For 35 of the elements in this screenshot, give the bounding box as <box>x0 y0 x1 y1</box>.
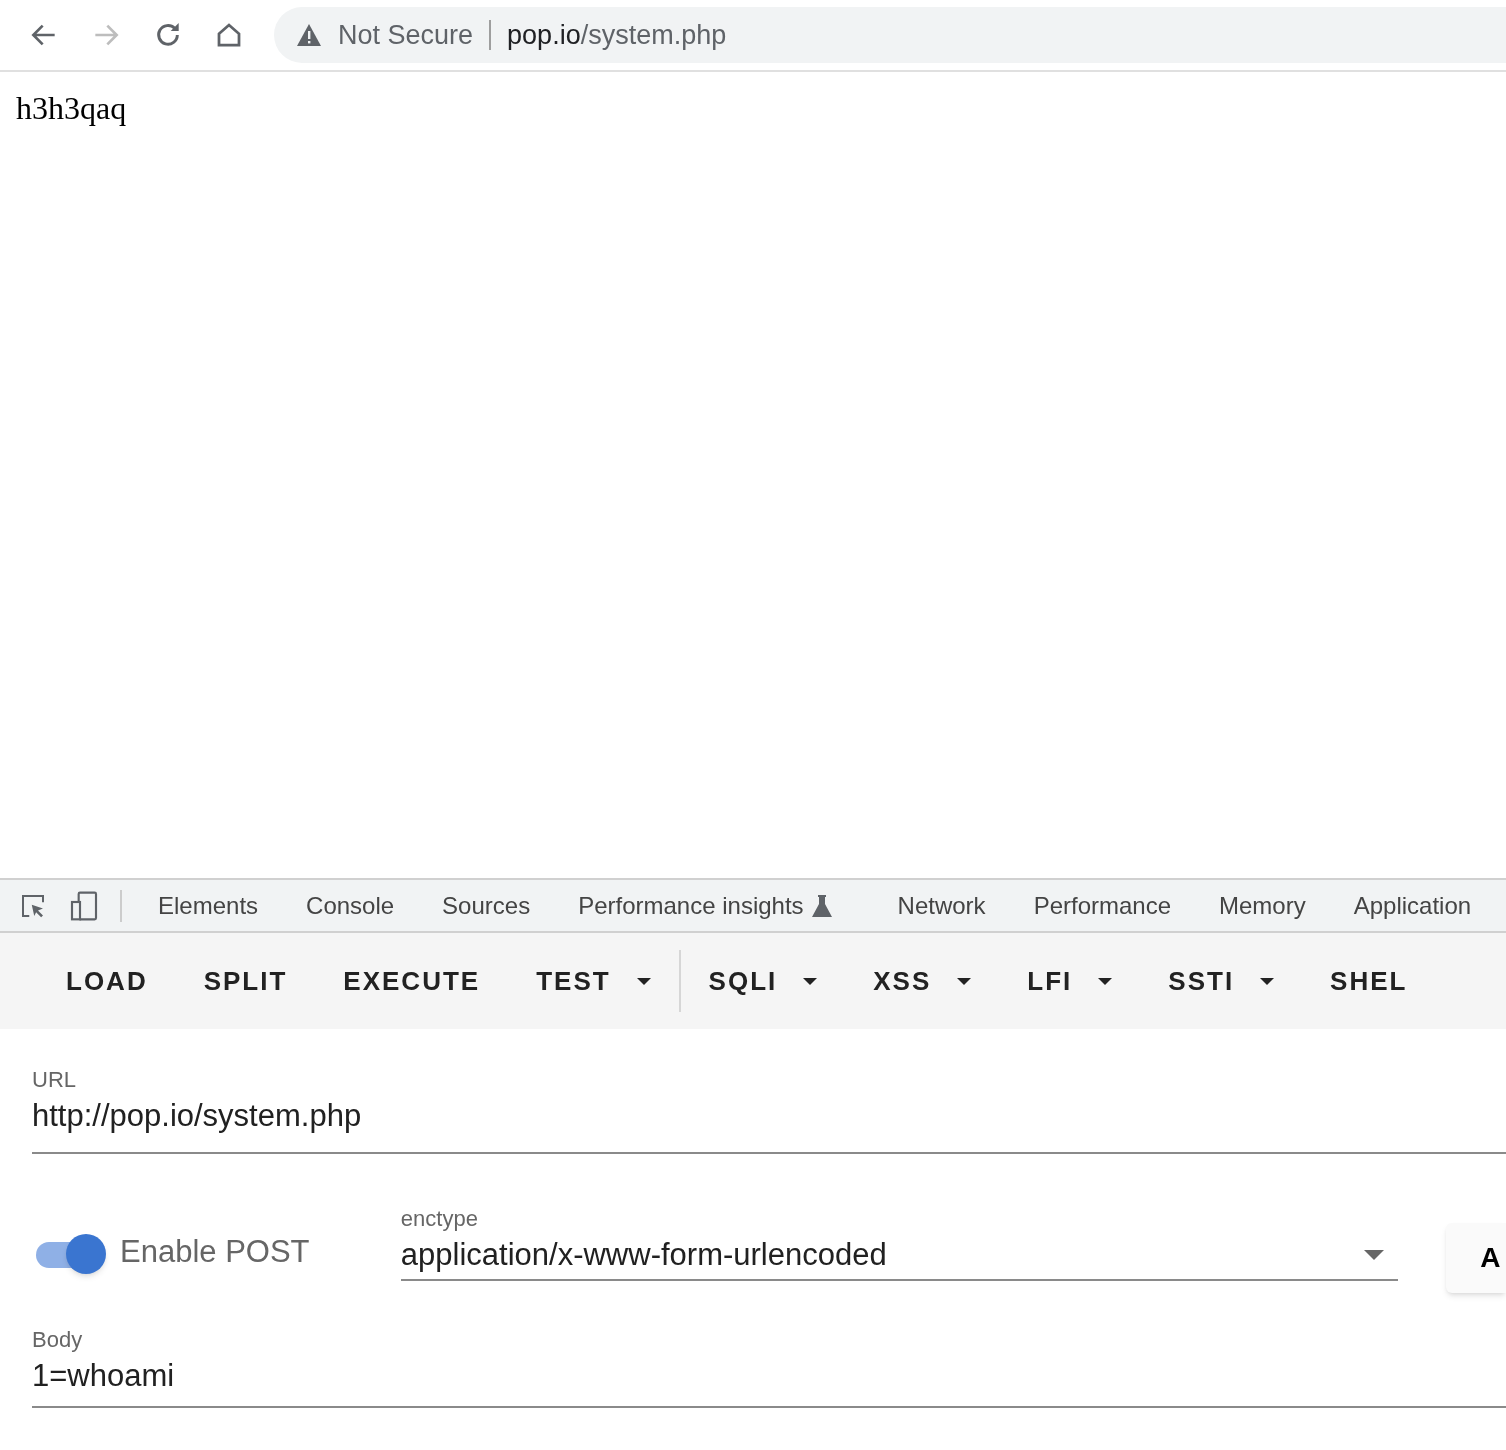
url-field[interactable]: URL http://pop.io/system.php <box>32 1063 1506 1154</box>
hackbar-button[interactable]: SHEL <box>1302 953 1436 1009</box>
dropdown-button[interactable]: TEST <box>508 950 681 1012</box>
hackbar-button[interactable]: LOAD <box>38 953 176 1009</box>
url-text: pop.io/system.php <box>507 18 727 52</box>
caret-icon <box>636 977 651 985</box>
dropdown-button[interactable]: SSTI <box>1140 953 1303 1009</box>
devtools-tab[interactable]: Application <box>1329 887 1496 924</box>
devtools-tab[interactable]: Memory <box>1195 887 1330 924</box>
caret-icon <box>957 977 972 985</box>
toggle-label: Enable POST <box>120 1232 310 1271</box>
caret-icon <box>1260 977 1275 985</box>
security-label: Not Secure <box>338 18 474 52</box>
page-text: h3h3qaq <box>16 89 128 128</box>
device-toolbar-icon[interactable] <box>68 889 100 922</box>
hackbar-button[interactable]: SPLIT <box>175 953 316 1009</box>
flask-icon <box>811 894 832 917</box>
caret-icon <box>1098 977 1113 985</box>
caret-icon <box>803 977 818 985</box>
hackbar-button[interactable]: EXECUTE <box>315 953 509 1009</box>
dropdown-button[interactable]: XSS <box>845 953 1000 1009</box>
warning-icon <box>296 23 322 47</box>
devtools-tab[interactable]: Elements <box>134 887 283 924</box>
caret-icon <box>1364 1250 1385 1260</box>
devtools-tab[interactable]: Performance insights <box>554 887 828 924</box>
dropdown-button[interactable]: LFI <box>999 953 1141 1009</box>
enctype-select[interactable]: enctype application/x-www-form-urlencoded <box>400 1202 1399 1281</box>
devtools-tab[interactable]: Network <box>873 887 1010 924</box>
devtools-tab[interactable]: Console <box>282 887 419 924</box>
action-button[interactable]: A <box>1446 1223 1506 1293</box>
body-field[interactable]: Body 1=whoami <box>32 1323 1506 1408</box>
dropdown-button[interactable]: SQLI <box>680 953 846 1009</box>
devtools-tab[interactable]: Performance <box>1009 887 1195 924</box>
devtools-tab[interactable]: Sources <box>418 887 555 924</box>
address-bar[interactable]: Not Secure pop.io/system.php <box>274 7 1506 63</box>
